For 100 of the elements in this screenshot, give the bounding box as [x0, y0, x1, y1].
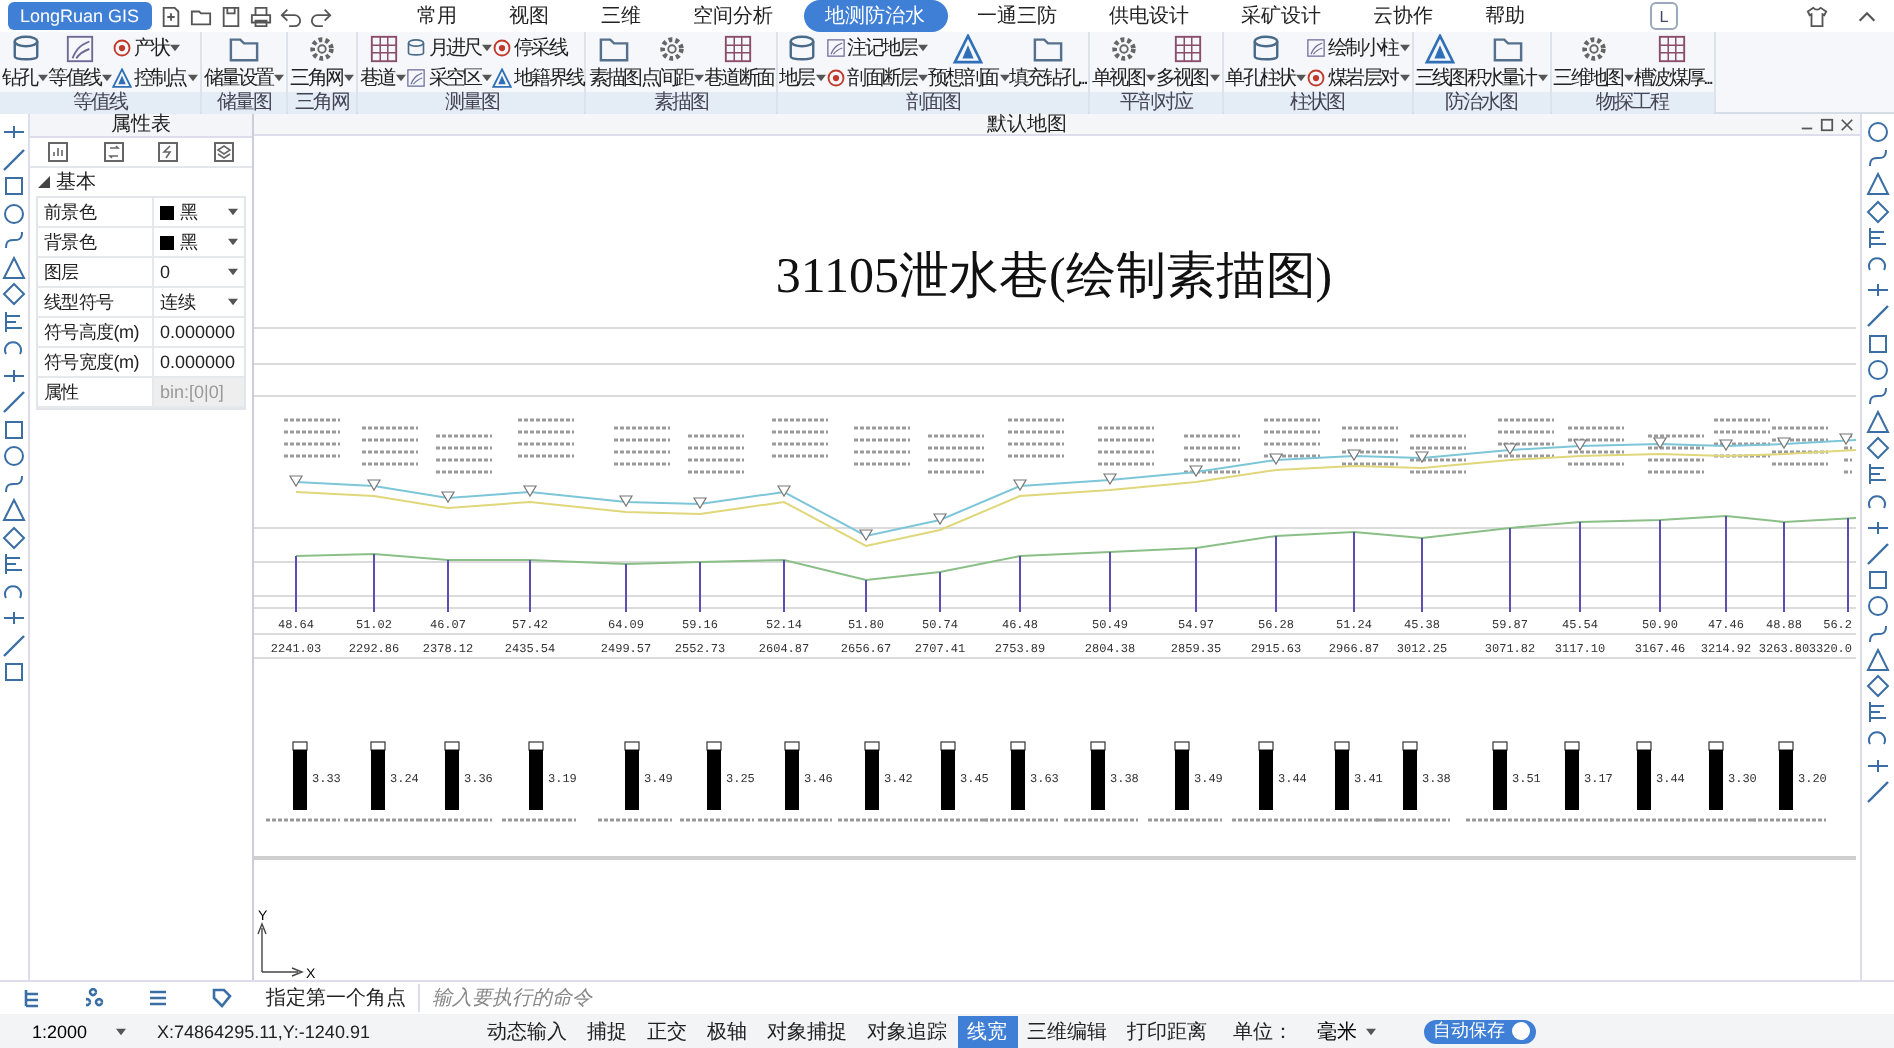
- ribbon-button[interactable]: 点间距: [640, 32, 705, 92]
- tree-icon[interactable]: [21, 988, 42, 1008]
- ribbon-button[interactable]: 控制点: [112, 63, 198, 91]
- triangle-icon[interactable]: [2, 498, 26, 522]
- ribbon-button[interactable]: 等值线: [48, 32, 113, 92]
- curve-icon[interactable]: [1866, 383, 1890, 408]
- ribbon-button[interactable]: 储量设置: [203, 32, 285, 92]
- menu-tab[interactable]: 采矿设计: [1219, 0, 1344, 32]
- user-avatar[interactable]: L: [1650, 2, 1678, 30]
- curve-icon[interactable]: [2, 228, 26, 252]
- menu-tab[interactable]: 帮助: [1463, 0, 1548, 32]
- ribbon-button[interactable]: 绘制小柱: [1306, 33, 1409, 61]
- restore-icon[interactable]: [1820, 117, 1834, 131]
- menu-tab[interactable]: 一通三防: [955, 0, 1080, 32]
- square-icon[interactable]: [1866, 568, 1890, 593]
- app-logo-button[interactable]: LongRuan GIS: [8, 2, 152, 30]
- shirt-icon[interactable]: [1806, 5, 1828, 27]
- ribbon-button[interactable]: 地层: [779, 32, 826, 92]
- list-icon[interactable]: [148, 988, 169, 1008]
- diamond-icon[interactable]: [1866, 199, 1890, 224]
- diamond-icon[interactable]: [2, 525, 26, 549]
- menu-tab[interactable]: 供电设计: [1087, 0, 1212, 32]
- color-select[interactable]: 黑: [154, 228, 244, 256]
- triangle-icon[interactable]: [1866, 647, 1890, 672]
- ribbon-button[interactable]: 单视图: [1092, 32, 1156, 92]
- ribbon-button[interactable]: 产状: [112, 33, 198, 61]
- ribbon-button[interactable]: 剖面断层: [825, 63, 929, 91]
- status-toggle[interactable]: 对象追踪: [857, 1015, 958, 1047]
- close-icon[interactable]: [1840, 117, 1854, 131]
- chart-icon[interactable]: [47, 142, 68, 162]
- circle-icon[interactable]: [1866, 120, 1890, 144]
- menu-tab[interactable]: 云协作: [1351, 0, 1456, 32]
- diamond-icon[interactable]: [1866, 673, 1890, 698]
- circle-icon[interactable]: [1866, 357, 1890, 382]
- tag-icon[interactable]: [212, 988, 233, 1008]
- status-toggle[interactable]: 动态输入: [477, 1015, 578, 1047]
- ribbon-button[interactable]: 三角网: [290, 32, 355, 92]
- status-toggle[interactable]: 打印距离: [1117, 1015, 1218, 1047]
- bars-icon[interactable]: [2, 309, 26, 333]
- status-toggle[interactable]: 线宽: [957, 1015, 1018, 1047]
- color-select[interactable]: 黑: [154, 198, 244, 226]
- curve-icon[interactable]: [1866, 146, 1890, 171]
- ribbon-button[interactable]: 单孔柱状: [1225, 32, 1307, 92]
- curve-icon[interactable]: [1866, 621, 1890, 646]
- ribbon-button[interactable]: 钻孔: [2, 32, 49, 92]
- menu-tab[interactable]: 地测防治水: [803, 0, 948, 32]
- diamond-icon[interactable]: [1866, 436, 1890, 461]
- ribbon-button[interactable]: 巷道: [360, 32, 407, 92]
- triangle-icon[interactable]: [1866, 410, 1890, 435]
- ribbon-button[interactable]: 预想剖面: [928, 32, 1010, 92]
- arc-icon[interactable]: [1866, 489, 1890, 514]
- triangle-icon[interactable]: [1866, 172, 1890, 197]
- bars-icon[interactable]: [1866, 462, 1890, 487]
- arc-icon[interactable]: [1866, 251, 1890, 276]
- circle-icon[interactable]: [2, 444, 26, 468]
- ribbon-button[interactable]: 巷道断面: [704, 32, 773, 92]
- ribbon-button[interactable]: 煤岩层对: [1306, 63, 1409, 91]
- bolt-icon[interactable]: [158, 142, 179, 162]
- diagonal-line-icon[interactable]: [1866, 779, 1890, 804]
- ribbon-button[interactable]: 多视图: [1155, 32, 1220, 92]
- select-field[interactable]: 连续: [154, 288, 244, 316]
- redo-icon[interactable]: [309, 5, 332, 27]
- menu-tab[interactable]: 空间分析: [671, 0, 796, 32]
- menu-tab[interactable]: 视图: [487, 0, 572, 32]
- status-toggle[interactable]: 对象捕捉: [757, 1015, 858, 1047]
- diagonal-line-icon[interactable]: [2, 147, 26, 171]
- horizontal-line-icon[interactable]: [2, 606, 26, 630]
- ribbon-button[interactable]: 注记地层: [825, 33, 929, 61]
- expand-triangle-icon[interactable]: [38, 176, 50, 188]
- ribbon-button[interactable]: 月进尺: [406, 33, 493, 61]
- scale-select[interactable]: 1:2000: [20, 1019, 138, 1043]
- circle-icon[interactable]: [1866, 594, 1890, 619]
- bars-icon[interactable]: [1866, 225, 1890, 250]
- ribbon-button[interactable]: 三线图: [1415, 32, 1467, 92]
- status-toggle[interactable]: 捕捉: [577, 1015, 638, 1047]
- triangle-icon[interactable]: [2, 255, 26, 279]
- ribbon-button[interactable]: 积水量计: [1466, 32, 1548, 92]
- save-icon[interactable]: [219, 5, 242, 27]
- unit-select[interactable]: 毫米: [1305, 1015, 1388, 1047]
- ribbon-button[interactable]: 三维地图: [1553, 32, 1635, 92]
- ribbon-button[interactable]: 采空区: [406, 63, 493, 91]
- layers-icon[interactable]: [214, 142, 235, 162]
- arc-icon[interactable]: [2, 336, 26, 360]
- ribbon-button[interactable]: 素描图: [588, 32, 641, 92]
- status-toggle[interactable]: 正交: [637, 1015, 698, 1047]
- new-file-icon[interactable]: [159, 5, 182, 27]
- menu-tab[interactable]: 常用: [395, 0, 480, 32]
- curve-icon[interactable]: [2, 471, 26, 495]
- horizontal-line-icon[interactable]: [2, 120, 26, 144]
- square-icon[interactable]: [1866, 331, 1890, 355]
- diagonal-line-icon[interactable]: [2, 390, 26, 414]
- ribbon-button[interactable]: 槽波煤厚...: [1634, 32, 1712, 92]
- bars-icon[interactable]: [2, 552, 26, 576]
- undo-icon[interactable]: [279, 5, 302, 27]
- ribbon-button[interactable]: 停采线: [492, 33, 583, 61]
- nodes-icon[interactable]: [85, 988, 106, 1008]
- menu-tab[interactable]: 三维: [579, 0, 664, 32]
- arc-icon[interactable]: [2, 579, 26, 603]
- status-toggle[interactable]: 三维编辑: [1017, 1015, 1118, 1047]
- ribbon-button[interactable]: 地籍界线: [492, 63, 583, 91]
